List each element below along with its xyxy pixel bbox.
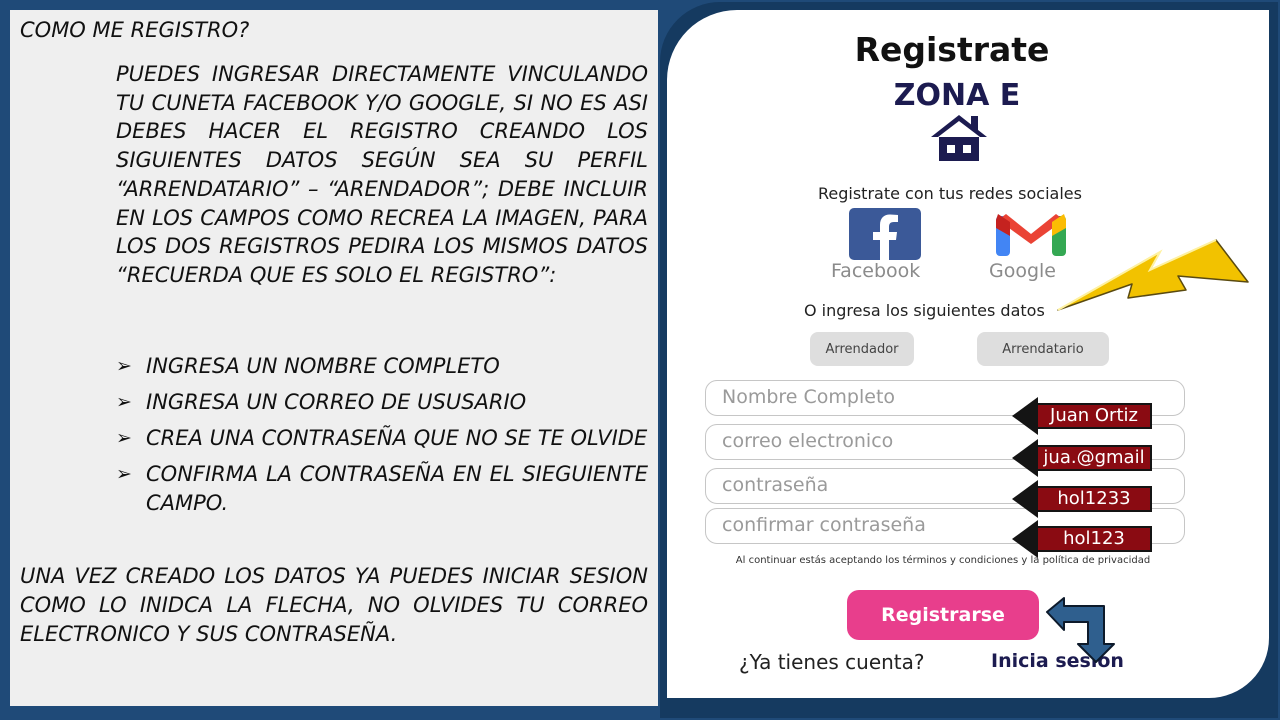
role-button-arrendatario[interactable]: Arrendatario	[977, 332, 1109, 366]
facebook-label[interactable]: Facebook	[831, 260, 920, 282]
bullet-arrow-icon: ➢	[116, 355, 132, 377]
step-item: ➢ CONFIRMA LA CONTRASEÑA EN EL SIEGUIENTE…	[116, 460, 648, 518]
step-item: ➢ INGRESA UN NOMBRE COMPLETO	[116, 352, 648, 381]
step-text: CONFIRMA LA CONTRASEÑA EN EL SIEGUIENTE …	[146, 462, 648, 515]
bullet-arrow-icon: ➢	[116, 463, 132, 485]
social-title: Registrate con tus redes sociales	[818, 184, 1082, 203]
gmail-icon[interactable]	[992, 210, 1070, 258]
left-arrow-icon	[1012, 520, 1038, 558]
step-item: ➢ CREA UNA CONTRASEÑA QUE NO SE TE OLVIDE	[116, 424, 648, 453]
page-title: Registrate	[854, 30, 1050, 69]
step-text: INGRESA UN NOMBRE COMPLETO	[146, 354, 500, 378]
facebook-icon[interactable]	[849, 208, 921, 260]
instructions-outro: UNA VEZ CREADO LOS DATOS YA PUEDES INICI…	[20, 564, 648, 646]
brand-name: ZONA E	[893, 78, 1021, 113]
left-arrow-icon	[1012, 480, 1038, 518]
google-label[interactable]: Google	[989, 260, 1056, 282]
left-arrow-icon	[1012, 397, 1038, 435]
house-icon	[931, 115, 987, 161]
annotation-email-value: jua.@gmail	[1036, 445, 1152, 471]
login-link[interactable]: Inicia sesion	[991, 650, 1124, 672]
annotation-confirm-value: hol123	[1036, 526, 1152, 552]
role-button-arrendador[interactable]: Arrendador	[810, 332, 914, 366]
bullet-arrow-icon: ➢	[116, 427, 132, 449]
left-arrow-icon	[1012, 439, 1038, 477]
register-button[interactable]: Registrarse	[847, 590, 1039, 640]
step-text: INGRESA UN CORREO DE USUSARIO	[146, 390, 527, 414]
have-account-text: ¿Ya tienes cuenta?	[739, 650, 925, 674]
register-screen: Registrate ZONA E Registrate con tus red…	[667, 10, 1269, 698]
instructions-intro: PUEDES INGRESAR DIRECTAMENTE VINCULANDO …	[116, 62, 648, 287]
annotation-password-value: hol1233	[1036, 486, 1152, 512]
bullet-arrow-icon: ➢	[116, 391, 132, 413]
or-divider-text: O ingresa los siguientes datos	[804, 301, 1045, 320]
terms-text: Al continuar estás aceptando los término…	[735, 555, 1151, 566]
step-item: ➢ INGRESA UN CORREO DE USUSARIO	[116, 388, 648, 417]
instructions-title: COMO ME REGISTRO?	[20, 18, 250, 42]
annotation-name-value: Juan Ortiz	[1036, 403, 1152, 429]
instructions-steps: ➢ INGRESA UN NOMBRE COMPLETO ➢ INGRESA UN …	[116, 352, 648, 525]
instructions-panel: COMO ME REGISTRO? PUEDES INGRESAR DIRECT…	[10, 10, 658, 706]
step-text: CREA UNA CONTRASEÑA QUE NO SE TE OLVIDE	[146, 426, 648, 450]
